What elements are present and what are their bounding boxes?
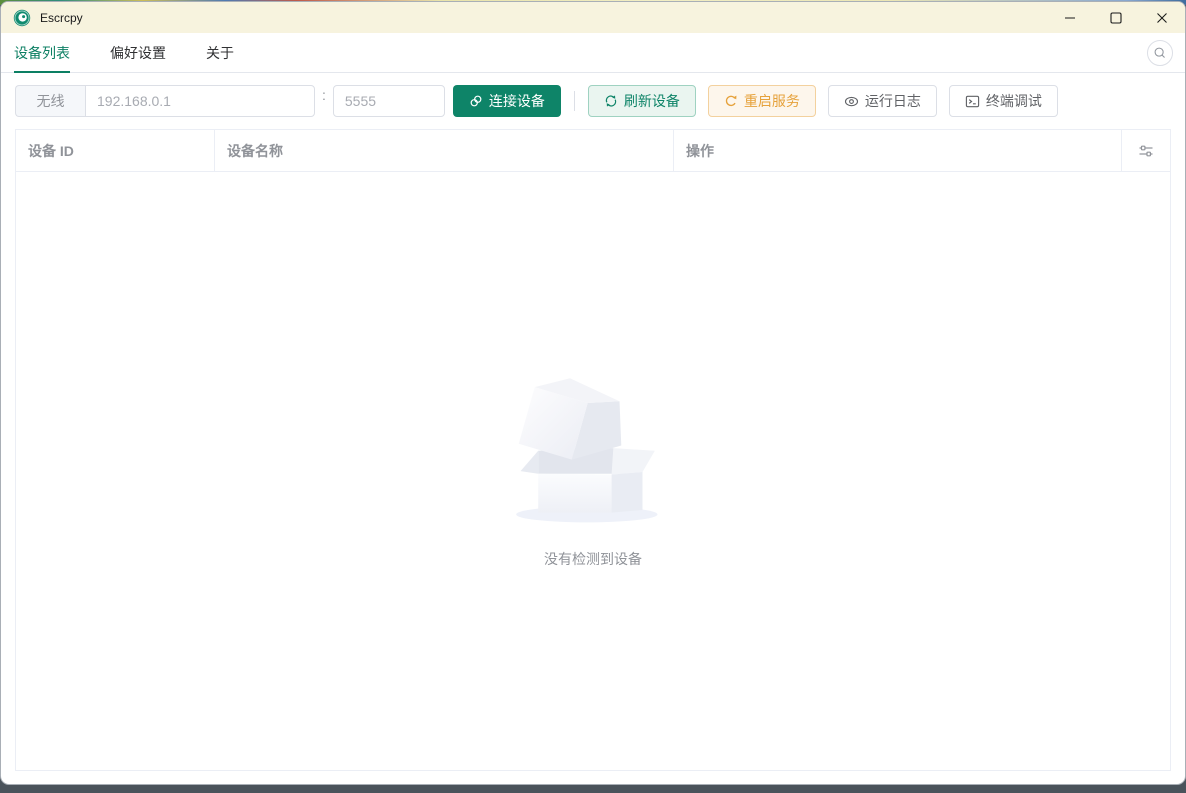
minimize-button[interactable] [1047,2,1093,33]
app-logo-icon [13,9,31,27]
window-title: Escrcpy [40,10,83,25]
maximize-button[interactable] [1093,2,1139,33]
restart-service-label: 重启服务 [743,93,800,109]
tab-about[interactable]: 关于 [206,33,234,72]
tab-device-list[interactable]: 设备列表 [14,33,70,73]
maximize-icon [1110,11,1122,24]
empty-box-illustration [516,378,658,523]
search-button[interactable] [1147,40,1173,66]
terminal-icon [965,95,980,107]
empty-state: 没有检测到设备 [499,373,687,569]
escrcpy-window: Escrcpy 设备列表 偏好设置 关于 无线 192.168.0.1: 55… [0,1,1186,785]
connect-device-label: 连接设备 [488,93,545,109]
refresh-icon [605,95,617,107]
close-button[interactable] [1139,2,1185,33]
tab-bar: 设备列表 偏好设置 关于 [1,33,1185,73]
terminal-debug-label: 终端调试 [985,93,1042,109]
link-icon [470,95,482,107]
refresh-devices-label: 刷新设备 [623,93,680,109]
restart-service-button[interactable]: 重启服务 [707,85,816,117]
column-header-operations: 操作 [674,130,1122,171]
titlebar: Escrcpy [1,2,1185,33]
search-icon [1154,47,1165,58]
toolbar-divider [573,91,575,111]
close-icon [1157,12,1167,23]
tab-device-list-label: 设备列表 [14,44,70,61]
app-info: Escrcpy [1,2,83,33]
run-logs-button[interactable]: 运行日志 [827,85,937,117]
refresh-right-icon [725,95,737,107]
window-controls [1047,2,1185,33]
refresh-devices-button[interactable]: 刷新设备 [587,85,696,117]
device-toolbar: 无线 : 连接设备 [1,73,1185,117]
device-table-body: 没有检测到设备 [16,172,1170,770]
ip-address-input[interactable] [85,85,315,117]
connect-device-button[interactable]: 连接设备 [452,85,561,117]
run-logs-label: 运行日志 [864,93,921,109]
tab-about-label: 关于 [206,44,234,61]
sliders-icon [1139,145,1153,156]
device-table-header: 设备 ID 设备名称 操作 [16,130,1170,172]
terminal-debug-button[interactable]: 终端调试 [948,85,1058,117]
empty-state-text: 没有检测到设备 [544,551,642,567]
tab-preferences-label: 偏好设置 [110,44,166,61]
port-separator: : [322,87,326,103]
minimize-icon [1065,17,1075,18]
port-input[interactable] [332,85,445,117]
wireless-label: 无线 [15,85,85,117]
device-table: 设备 ID 设备名称 操作 没有检测到设备 [15,129,1171,771]
column-settings-button[interactable] [1122,130,1170,171]
wireless-address-group: 无线 [15,85,315,117]
column-header-device-name: 设备名称 [215,130,674,171]
eye-icon [844,96,858,106]
column-header-device-id: 设备 ID [16,130,215,171]
desktop-background: Escrcpy 设备列表 偏好设置 关于 无线 192.168.0.1: 55… [0,0,1186,793]
tab-preferences[interactable]: 偏好设置 [110,33,166,72]
